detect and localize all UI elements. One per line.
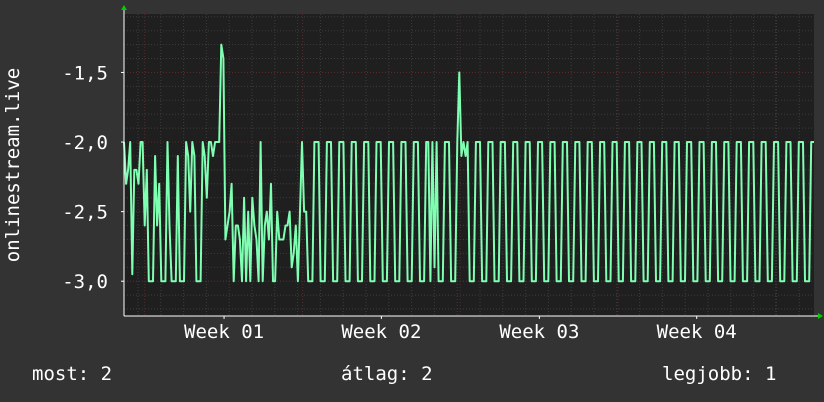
stat-now-label: most: [32, 363, 90, 385]
stat-average-label: átlag: [341, 363, 410, 385]
stat-best: legjobb: 1 [662, 363, 776, 385]
y-tick-label: -1,5 [62, 62, 108, 84]
y-axis-label-container: onlinestream.live [0, 14, 26, 316]
x-tick-label: Week 03 [499, 321, 579, 343]
x-tick-label: Week 01 [184, 321, 264, 343]
y-tick-label: -3,0 [62, 271, 108, 293]
stat-best-value: 1 [764, 363, 777, 385]
y-axis-ticks: -1,5 -2,0 -2,5 -3,0 [62, 62, 124, 293]
stat-now-value: 2 [100, 363, 113, 385]
y-axis-label: onlinestream.live [2, 67, 24, 263]
x-tick-label: Week 02 [341, 321, 421, 343]
x-axis-arrow-icon [818, 313, 823, 319]
stat-average-value: 2 [421, 363, 433, 385]
stat-best-label: legjobb: [662, 363, 754, 385]
line-chart: -1,5-2,0-2,5-3,0 Week 01 Week 02 Week 03 We… [62, 5, 823, 343]
stat-now: most: 2 [32, 363, 112, 385]
x-axis-ticks: Week 01 Week 02 Week 03 Week 04 [184, 316, 737, 343]
y-tick-label: -2,5 [62, 202, 108, 224]
x-tick-label: Week 04 [657, 321, 737, 343]
stat-average: átlag: 2 [341, 363, 433, 385]
y-axis-arrow-icon [121, 5, 127, 10]
y-tick-label: -2,0 [62, 132, 108, 154]
